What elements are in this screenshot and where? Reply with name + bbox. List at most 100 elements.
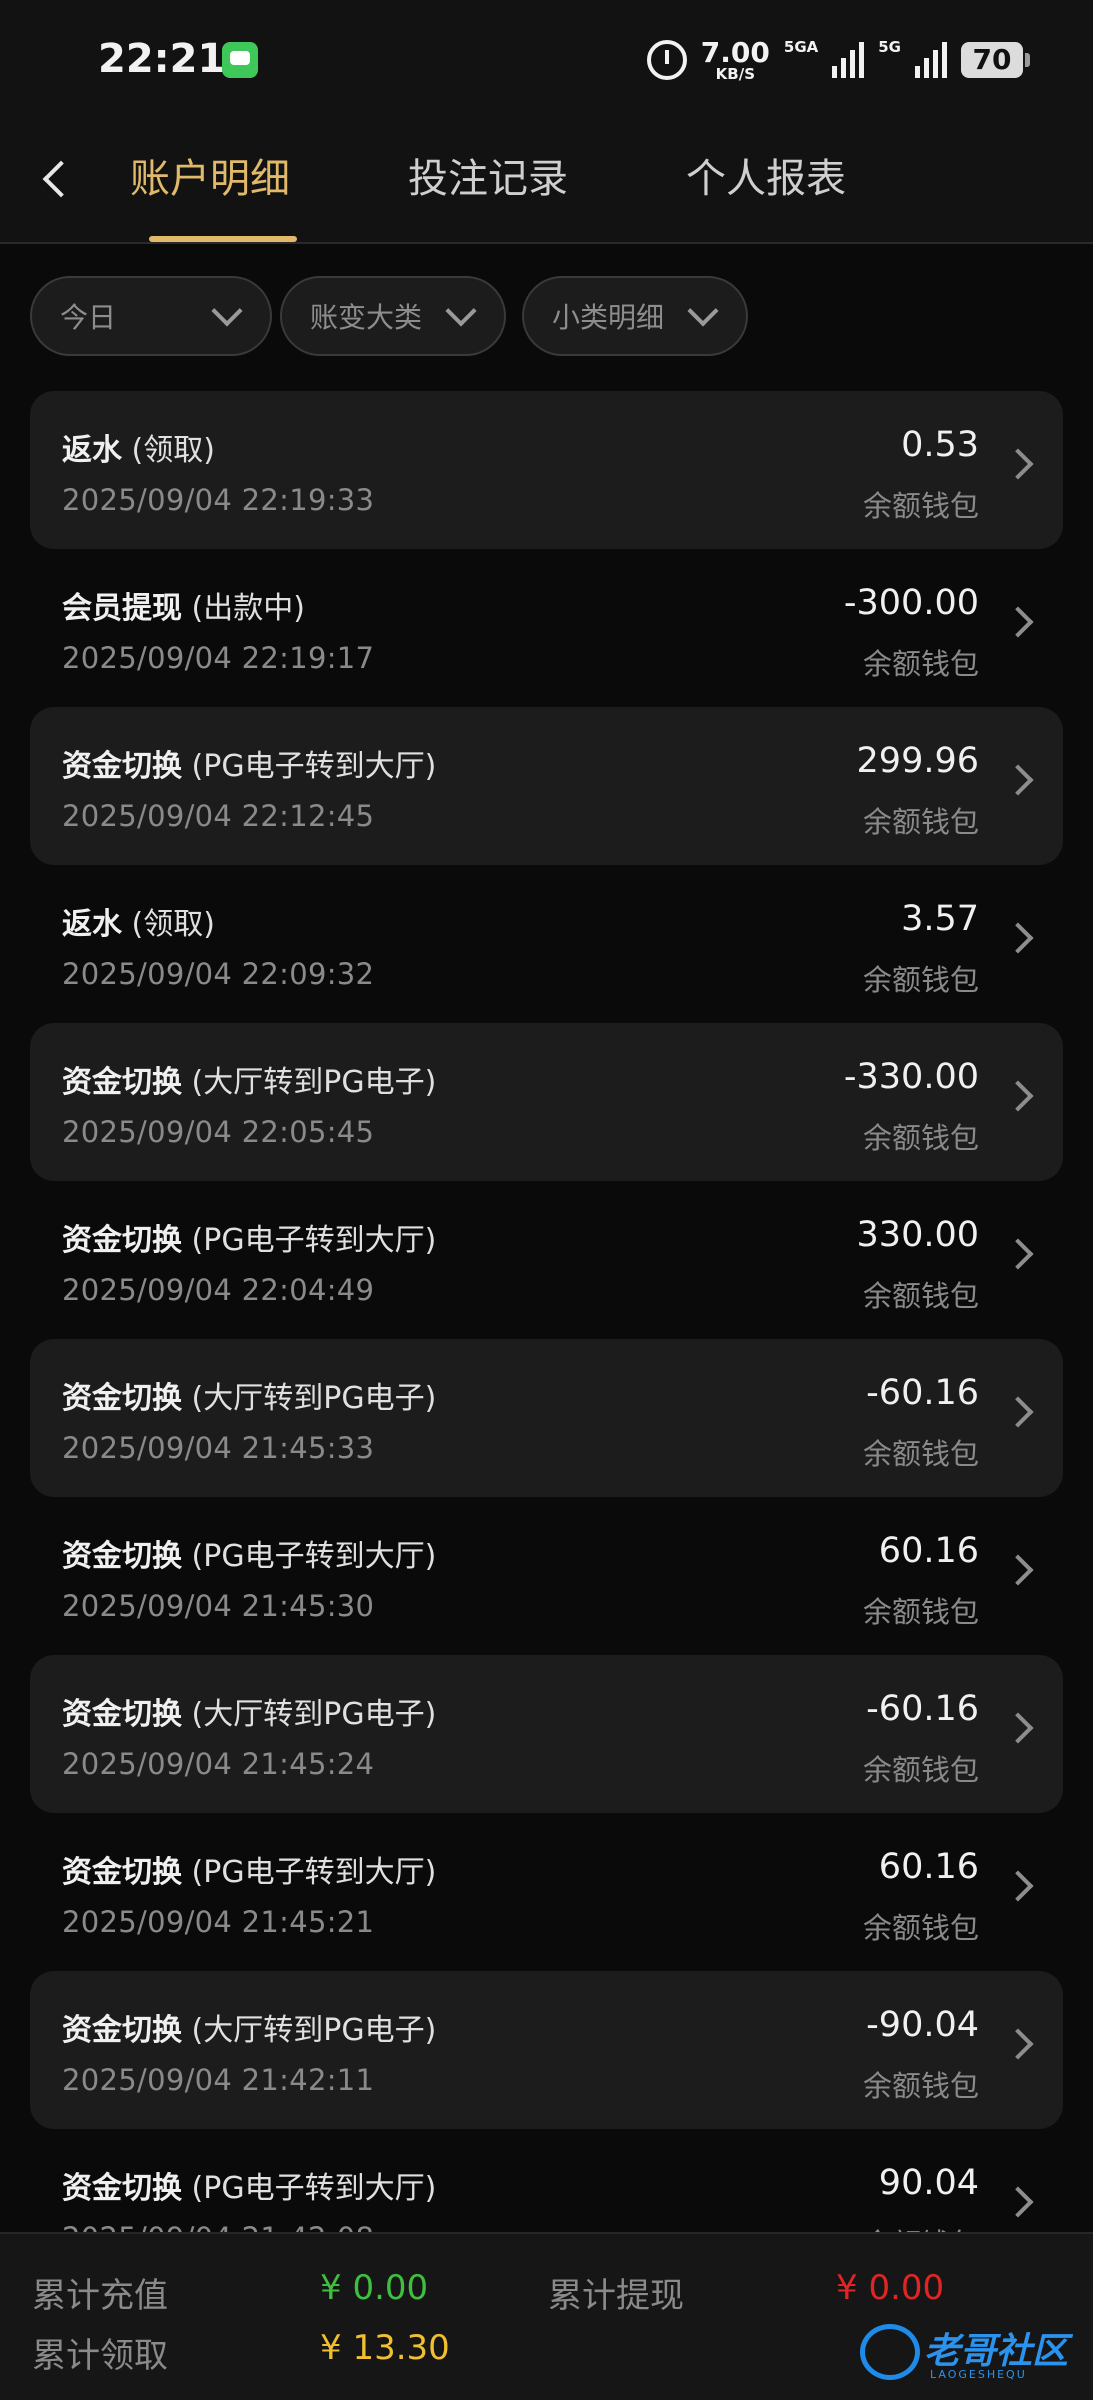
transaction-type: 资金切换 [62,1065,182,1100]
transaction-wallet: 余额钱包 [862,1437,979,1471]
transaction-type: 资金切换 [62,1381,182,1416]
transaction-title: 资金切换 (PG电子转到大厅) [62,1215,436,1259]
transaction-detail: (出款中) [191,591,305,626]
transaction-type: 返水 [62,907,122,942]
watermark-text: 老哥社区 [924,2331,1069,2372]
transaction-wallet: 余额钱包 [862,1911,979,1945]
transaction-date: 2025/09/04 22:05:45 [62,1115,375,1149]
transaction-row[interactable]: 资金切换 (大厅转到PG电子) 2025/09/04 21:45:24 -60.… [30,1655,1063,1813]
tab-bet-records[interactable]: 投注记录 [408,146,568,244]
transaction-wallet: 余额钱包 [862,2069,979,2103]
transaction-amount: 330.00 [856,1215,979,1255]
transaction-type: 资金切换 [62,749,182,784]
transaction-date: 2025/09/04 21:45:30 [62,1589,375,1623]
chevron-right-icon [1002,1554,1034,1586]
network-type-2: 5G [878,38,901,56]
filter-category[interactable]: 账变大类 [280,276,506,356]
signal-icon-2 [915,42,947,78]
transaction-wallet: 余额钱包 [862,805,979,839]
nav-header: 账户明细 投注记录 个人报表 [0,120,1093,244]
transaction-wallet: 余额钱包 [862,647,979,681]
transaction-detail: (大厅转到PG电子) [191,1697,437,1732]
transaction-row[interactable]: 资金切换 (大厅转到PG电子) 2025/09/04 21:42:11 -90.… [30,1971,1063,2129]
transaction-amount: -60.16 [866,1373,979,1413]
transaction-date: 2025/09/04 21:45:33 [62,1431,375,1465]
transaction-detail: (PG电子转到大厅) [191,1855,437,1890]
transaction-row[interactable]: 资金切换 (大厅转到PG电子) 2025/09/04 21:45:33 -60.… [30,1339,1063,1497]
chevron-right-icon [1002,764,1034,796]
transaction-type: 资金切换 [62,1223,182,1258]
network-speed-value: 7.00 [700,35,770,69]
status-time: 22:21 [98,36,226,82]
transaction-date: 2025/09/04 22:09:32 [62,957,375,991]
transaction-type: 资金切换 [62,1539,182,1574]
transaction-detail: (领取) [131,433,215,468]
transaction-type: 资金切换 [62,1697,182,1732]
tab-personal-report[interactable]: 个人报表 [686,146,846,244]
transaction-detail: (PG电子转到大厅) [191,1223,437,1258]
transaction-title: 会员提现 (出款中) [62,583,305,627]
total-claim-value: ¥ 13.30 [320,2328,450,2368]
transaction-amount: -90.04 [866,2005,979,2045]
transaction-detail: (PG电子转到大厅) [191,2171,437,2206]
transaction-row[interactable]: 资金切换 (PG电子转到大厅) 2025/09/04 21:45:30 60.1… [30,1497,1063,1655]
transaction-detail: (领取) [131,907,215,942]
chevron-right-icon [1002,2186,1034,2218]
transaction-amount: 0.53 [901,425,979,465]
transaction-detail: (大厅转到PG电子) [191,1065,437,1100]
chat-app-icon [222,42,258,78]
transaction-title: 资金切换 (大厅转到PG电子) [62,1373,436,1417]
chevron-right-icon [1002,2028,1034,2060]
chevron-down-icon [445,295,477,327]
transaction-date: 2025/09/04 21:42:11 [62,2063,375,2097]
transaction-date: 2025/09/04 21:45:21 [62,1905,375,1939]
chevron-down-icon [687,295,719,327]
transaction-wallet: 余额钱包 [862,1753,979,1787]
transaction-row[interactable]: 返水 (领取) 2025/09/04 22:19:33 0.53 余额钱包 [30,391,1063,549]
transaction-wallet: 余额钱包 [862,1121,979,1155]
transaction-title: 资金切换 (PG电子转到大厅) [62,2163,436,2207]
filter-subcategory-label: 小类明细 [552,301,665,334]
chevron-right-icon [1002,1396,1034,1428]
transaction-row[interactable]: 资金切换 (PG电子转到大厅) 2025/09/04 22:12:45 299.… [30,707,1063,865]
filter-date-label: 今日 [60,301,117,334]
transaction-title: 资金切换 (PG电子转到大厅) [62,1847,436,1891]
transaction-type: 资金切换 [62,1855,182,1890]
transaction-title: 返水 (领取) [62,899,215,943]
transaction-date: 2025/09/04 22:19:17 [62,641,375,675]
back-button[interactable] [30,144,90,216]
transaction-amount: -330.00 [843,1057,979,1097]
total-deposit-label: 累计充值 [32,2276,168,2316]
transaction-type: 返水 [62,433,122,468]
chevron-right-icon [1002,606,1034,638]
transaction-title: 资金切换 (大厅转到PG电子) [62,1057,436,1101]
status-bar: 22:21 7.00 KB/S 5GA 5G 70 [0,0,1093,120]
transaction-detail: (大厅转到PG电子) [191,2013,437,2048]
watermark-ring-icon [860,2324,920,2380]
transaction-amount: 3.57 [901,899,979,939]
transaction-amount: 60.16 [878,1847,979,1887]
transaction-row[interactable]: 资金切换 (大厅转到PG电子) 2025/09/04 22:05:45 -330… [30,1023,1063,1181]
filter-subcategory[interactable]: 小类明细 [522,276,748,356]
transaction-date: 2025/09/04 21:45:24 [62,1747,375,1781]
transaction-row[interactable]: 资金切换 (PG电子转到大厅) 2025/09/04 21:45:21 60.1… [30,1813,1063,1971]
chevron-right-icon [1002,1080,1034,1112]
transaction-row[interactable]: 资金切换 (PG电子转到大厅) 2025/09/04 22:04:49 330.… [30,1181,1063,1339]
chevron-right-icon [1002,1712,1034,1744]
transaction-amount: -60.16 [866,1689,979,1729]
transaction-title: 资金切换 (PG电子转到大厅) [62,741,436,785]
network-speed-unit: KB/S [715,64,756,83]
chevron-right-icon [1002,1870,1034,1902]
transaction-row[interactable]: 会员提现 (出款中) 2025/09/04 22:19:17 -300.00 余… [30,549,1063,707]
chevron-right-icon [1002,922,1034,954]
tab-account-details[interactable]: 账户明细 [130,146,290,244]
status-indicators: 7.00 KB/S 5GA 5G 70 [646,34,1030,86]
total-claim-label: 累计领取 [32,2336,168,2376]
transaction-date: 2025/09/04 22:04:49 [62,1273,375,1307]
transaction-row[interactable]: 返水 (领取) 2025/09/04 22:09:32 3.57 余额钱包 [30,865,1063,1023]
filter-date[interactable]: 今日 [30,276,272,356]
transaction-wallet: 余额钱包 [862,1279,979,1313]
watermark-subtext: LAOGESHEQU [930,2368,1027,2381]
transaction-type: 资金切换 [62,2013,182,2048]
transaction-detail: (PG电子转到大厅) [191,749,437,784]
